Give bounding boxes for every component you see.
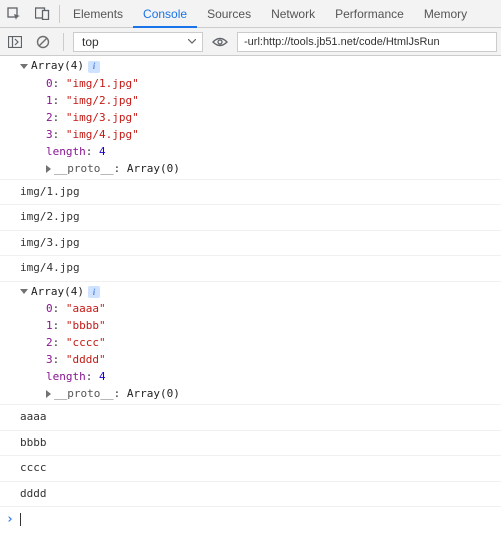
array-proto[interactable]: __proto__: Array(0) [46, 160, 495, 177]
console-prompt[interactable]: › [0, 507, 501, 533]
log-entry-text: aaaa [0, 405, 501, 431]
array-item: 3: "img/4.jpg" [46, 126, 495, 143]
console-output: Array(4) i 0: "img/1.jpg" 1: "img/2.jpg" … [0, 56, 501, 533]
array-item: 1: "img/2.jpg" [46, 92, 495, 109]
caret-down-icon [20, 289, 28, 294]
array-proto[interactable]: __proto__: Array(0) [46, 385, 495, 402]
array-item: 2: "cccc" [46, 334, 495, 351]
tab-console[interactable]: Console [133, 0, 197, 28]
context-selector[interactable]: top [73, 32, 203, 52]
array-properties: 0: "img/1.jpg" 1: "img/2.jpg" 2: "img/3.… [20, 75, 495, 177]
tab-elements[interactable]: Elements [63, 0, 133, 28]
live-expression-icon[interactable] [209, 31, 231, 53]
info-icon[interactable]: i [88, 61, 100, 73]
tab-memory[interactable]: Memory [414, 0, 477, 28]
context-label: top [82, 35, 99, 49]
prompt-caret-icon: › [6, 510, 14, 530]
info-icon[interactable]: i [88, 286, 100, 298]
array-length: length: 4 [46, 143, 495, 160]
caret-down-icon [20, 64, 28, 69]
log-entry-text: bbbb [0, 431, 501, 457]
clear-console-icon[interactable] [32, 31, 54, 53]
log-entry-text: img/3.jpg [0, 231, 501, 257]
console-toolbar: top [0, 28, 501, 56]
array-item: 2: "img/3.jpg" [46, 109, 495, 126]
caret-right-icon [46, 390, 51, 398]
array-item: 1: "bbbb" [46, 317, 495, 334]
array-item: 3: "dddd" [46, 351, 495, 368]
log-entry-text: img/1.jpg [0, 180, 501, 206]
toggle-sidebar-icon[interactable] [4, 31, 26, 53]
tab-sources[interactable]: Sources [197, 0, 261, 28]
device-toolbar-icon[interactable] [28, 0, 56, 28]
array-header[interactable]: Array(4) i [20, 58, 495, 75]
inspect-element-icon[interactable] [0, 0, 28, 28]
tab-performance[interactable]: Performance [325, 0, 414, 28]
array-label: Array(4) [31, 285, 84, 298]
console-input[interactable] [21, 513, 495, 526]
log-entry-text: img/4.jpg [0, 256, 501, 282]
log-entry-text: cccc [0, 456, 501, 482]
chevron-down-icon [188, 39, 196, 44]
separator [59, 5, 60, 23]
log-entry-array: Array(4) i 0: "aaaa" 1: "bbbb" 2: "cccc" … [0, 282, 501, 406]
array-item: 0: "img/1.jpg" [46, 75, 495, 92]
tab-network[interactable]: Network [261, 0, 325, 28]
separator [63, 33, 64, 51]
devtools-tabbar: Elements Console Sources Network Perform… [0, 0, 501, 28]
log-entry-array: Array(4) i 0: "img/1.jpg" 1: "img/2.jpg" … [0, 56, 501, 180]
log-entry-text: img/2.jpg [0, 205, 501, 231]
array-length: length: 4 [46, 368, 495, 385]
filter-input[interactable] [237, 32, 497, 52]
caret-right-icon [46, 165, 51, 173]
array-properties: 0: "aaaa" 1: "bbbb" 2: "cccc" 3: "dddd" … [20, 300, 495, 402]
log-entry-text: dddd [0, 482, 501, 508]
array-header[interactable]: Array(4) i [20, 284, 495, 301]
array-label: Array(4) [31, 59, 84, 72]
array-item: 0: "aaaa" [46, 300, 495, 317]
